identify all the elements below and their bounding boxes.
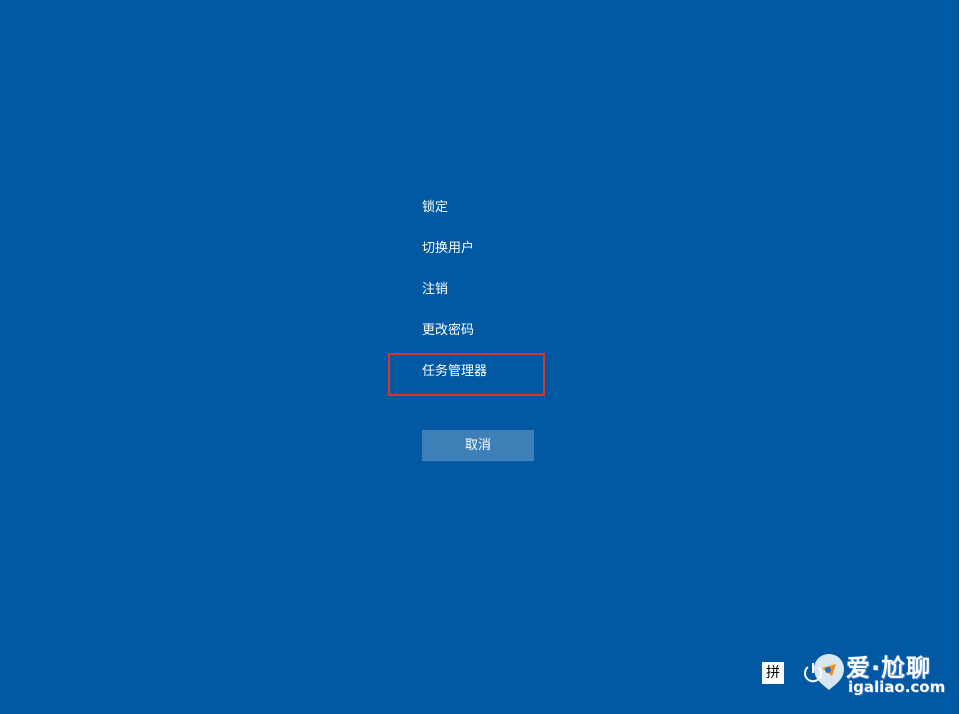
menu-item-change-password[interactable]: 更改密码: [422, 319, 474, 343]
menu-item-task-manager[interactable]: 任务管理器: [422, 360, 487, 384]
menu-item-sign-out[interactable]: 注销: [422, 278, 448, 302]
power-icon[interactable]: [800, 660, 826, 686]
cancel-button[interactable]: 取消: [422, 430, 534, 461]
menu-item-lock[interactable]: 锁定: [422, 196, 448, 220]
ime-mode-indicator[interactable]: 拼: [762, 662, 784, 684]
watermark: 爱·尬聊 igaliao.com: [810, 646, 956, 704]
watermark-brand: 爱·尬聊: [846, 654, 932, 682]
watermark-url: igaliao.com: [848, 678, 946, 696]
ctrl-alt-del-screen: 锁定 切换用户 注销 更改密码 任务管理器 取消 拼 爱·尬聊 igaliao.…: [0, 0, 959, 714]
menu-item-switch-user[interactable]: 切换用户: [422, 237, 474, 261]
